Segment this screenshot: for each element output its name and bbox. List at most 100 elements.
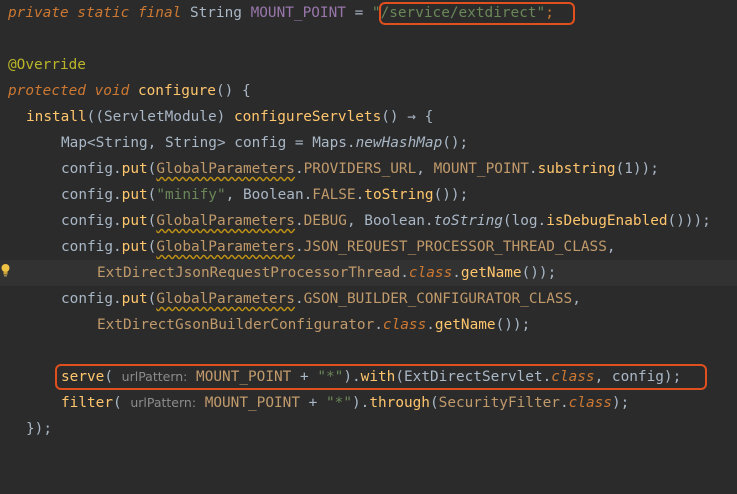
code-token: GSON_BUILDER_CONFIGURATOR_CLASS	[303, 291, 573, 307]
code-token: (	[112, 395, 131, 411]
code-token: "minify"	[156, 187, 226, 203]
code-token: .	[355, 187, 365, 203]
code-line-3: @Override	[0, 52, 737, 78]
code-token: JSON_REQUEST_PROCESSOR_THREAD_CLASS	[303, 239, 607, 255]
code-token: ((ServletModule)	[86, 109, 234, 125]
code-token: );	[611, 395, 630, 411]
code-token: .	[528, 161, 538, 177]
code-token: MOUNT_POINT	[433, 161, 529, 177]
code-token: ,	[606, 239, 616, 255]
code-token: SecurityFilter	[438, 395, 560, 411]
code-line-9: config.put(GlobalParameters.DEBUG, Boole…	[0, 208, 737, 234]
code-token: <String, String> config = Maps.	[87, 135, 356, 151]
code-token: @Override	[8, 57, 86, 73]
code-line-8: config.put("minify", Boolean.FALSE.toStr…	[0, 182, 737, 208]
code-token: put	[121, 239, 148, 255]
code-token: ());	[433, 187, 469, 203]
code-token: configureServlets	[233, 109, 382, 125]
code-editor[interactable]: private static final String MOUNT_POINT …	[0, 0, 737, 443]
code-token: MOUNT_POINT	[196, 395, 300, 411]
code-token: ();	[442, 135, 469, 151]
code-token: filter	[61, 395, 113, 411]
code-token: PROVIDERS_URL	[303, 161, 417, 177]
code-token: put	[121, 291, 148, 307]
code-token: (log.	[502, 213, 547, 229]
code-token: ExtDirectGsonBuilderConfigurator	[97, 317, 375, 333]
serve-line-highlight-box	[55, 364, 707, 390]
code-token: .	[559, 395, 569, 411]
code-token: config.	[61, 239, 122, 255]
code-token: protected void	[8, 83, 130, 99]
code-token: put	[121, 213, 148, 229]
code-line-6: Map<String, String> config = Maps.newHas…	[0, 130, 737, 156]
code-token: DEBUG	[303, 213, 347, 229]
code-token: newHashMap	[355, 135, 443, 151]
code-token: class	[382, 317, 427, 333]
code-token: urlPattern:	[130, 395, 197, 410]
code-token: , Boolean.	[225, 187, 313, 203]
code-token: through	[369, 395, 430, 411]
code-line-16: filter( urlPattern: MOUNT_POINT + "*").t…	[0, 390, 737, 416]
code-token: (1));	[615, 161, 659, 177]
mount-point-highlight-box	[379, 2, 575, 25]
code-token: GlobalParameters	[156, 213, 295, 229]
code-token: .	[452, 265, 461, 281]
code-token: FALSE	[312, 187, 356, 203]
code-token: .	[426, 317, 435, 333]
code-token: class	[408, 265, 453, 281]
code-token: ,	[572, 291, 581, 307]
code-token: toString	[433, 213, 503, 229]
code-token: install	[26, 109, 87, 125]
code-token: Map	[61, 135, 87, 151]
lightbulb-icon[interactable]	[0, 263, 11, 277]
code-line-12: config.put(GlobalParameters.GSON_BUILDER…	[0, 286, 737, 312]
code-line-11: ExtDirectJsonRequestProcessorThread.clas…	[0, 260, 737, 286]
code-token: () → {	[381, 109, 434, 125]
code-line-7: config.put(GlobalParameters.PROVIDERS_UR…	[0, 156, 737, 182]
code-token: ExtDirectJsonRequestProcessorThread	[97, 265, 401, 281]
code-line-5: install((ServletModule) configureServlet…	[0, 104, 737, 130]
code-token: class	[568, 395, 612, 411]
code-token: .	[294, 213, 304, 229]
code-token: config.	[61, 291, 122, 307]
code-token: substring	[537, 161, 616, 177]
code-token: config.	[61, 161, 122, 177]
code-token: GlobalParameters	[156, 161, 295, 177]
code-token: config.	[61, 213, 122, 229]
code-token: .	[294, 291, 304, 307]
code-line-1: private static final String MOUNT_POINT …	[0, 0, 737, 26]
code-token: .	[294, 161, 304, 177]
code-token: MOUNT_POINT	[250, 5, 346, 21]
code-token: getName	[434, 317, 496, 333]
code-token: ).	[352, 395, 370, 411]
code-token: });	[26, 421, 52, 437]
code-token: GlobalParameters	[156, 239, 295, 255]
code-token: isDebugEnabled	[546, 213, 668, 229]
code-token: +	[300, 395, 326, 411]
code-line-17: });	[0, 416, 737, 442]
code-token: toString	[364, 187, 434, 203]
code-token: configure	[137, 83, 216, 99]
code-token: "*"	[326, 395, 352, 411]
code-token: , Boolean.	[346, 213, 434, 229]
code-token: private static final	[8, 5, 182, 21]
code-token: put	[121, 161, 148, 177]
code-token: ,	[416, 161, 434, 177]
code-token: .	[374, 317, 383, 333]
code-token: (	[429, 395, 439, 411]
code-token: .	[400, 265, 409, 281]
code-token: ()));	[667, 213, 711, 229]
code-line-10: config.put(GlobalParameters.JSON_REQUEST…	[0, 234, 737, 260]
code-line-4: protected void configure() {	[0, 78, 737, 104]
code-token: () {	[215, 83, 251, 99]
code-token: GlobalParameters	[156, 291, 295, 307]
code-token: =	[345, 5, 372, 21]
code-line-13: ExtDirectGsonBuilderConfigurator.class.g…	[0, 312, 737, 338]
code-token: getName	[460, 265, 522, 281]
code-token: .	[294, 239, 304, 255]
code-token: ());	[521, 265, 557, 281]
code-token: config.	[61, 187, 122, 203]
